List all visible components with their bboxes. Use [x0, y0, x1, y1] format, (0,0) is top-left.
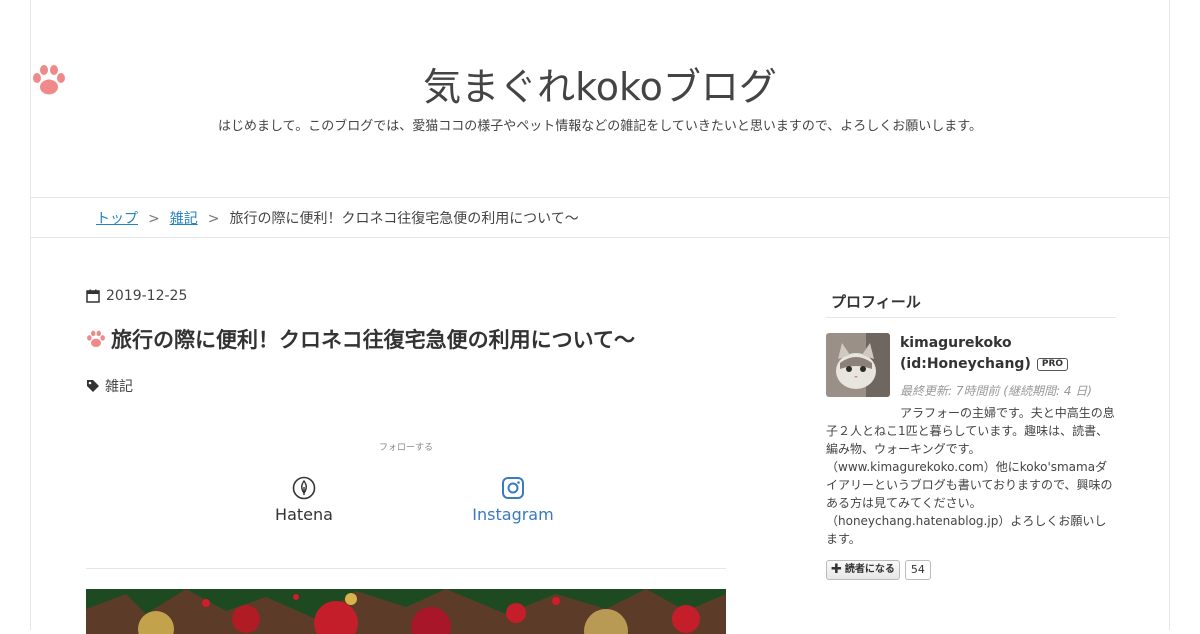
profile-bio: アラフォーの主婦です。夫と中高生の息子２人とねこ1匹と暮らしています。趣味は、読… — [826, 406, 1115, 546]
calendar-icon — [86, 289, 100, 303]
blog-description: はじめまして。このブログでは、愛猫ココの様子やペット情報などの雑記をしていきたい… — [217, 119, 982, 134]
subscriber-count[interactable]: 54 — [904, 560, 931, 580]
page-frame: 気まぐれkokoブログ はじめまして。このブログでは、愛猫ココの様子やペット情報… — [30, 0, 1170, 634]
entry-date-link[interactable]: 2019-12-25 — [106, 288, 187, 304]
avatar[interactable] — [826, 333, 890, 397]
last-updated: 最終更新: 7時間前 (継続期間: 4 日) — [900, 384, 1092, 398]
follow-hatena-button[interactable]: Hatena — [244, 476, 364, 524]
blog-header: 気まぐれkokoブログ はじめまして。このブログでは、愛猫ココの様子やペット情報… — [31, 0, 1169, 198]
pro-badge[interactable]: PRO — [1036, 358, 1069, 371]
category-link[interactable]: 雑記 — [105, 376, 133, 396]
profile-name: kimagurekoko (id:Honeychang) PRO — [900, 333, 1069, 375]
follow-instagram-button[interactable]: Instagram — [453, 476, 573, 524]
divider — [826, 317, 1116, 318]
breadcrumb-separator: > — [148, 211, 160, 227]
subscribe-block: ✚ 読者になる 54 — [826, 560, 931, 580]
entry-hero-image — [86, 589, 726, 634]
profile-name-link[interactable]: kimagurekoko — [900, 335, 1012, 351]
follow-label: フォローする — [378, 443, 433, 453]
breadcrumb-category-link[interactable]: 雑記 — [170, 211, 198, 227]
tag-icon — [87, 380, 99, 392]
entry-category-row: 雑記 — [86, 376, 133, 396]
profile-id-link[interactable]: (id:Honeychang) — [900, 356, 1031, 372]
plus-icon: ✚ — [831, 562, 842, 577]
subscribe-button[interactable]: ✚ 読者になる — [826, 560, 900, 580]
blog-title-link[interactable]: 気まぐれkokoブログ — [31, 56, 1169, 111]
instagram-icon — [502, 477, 524, 499]
entry-title: 旅行の際に便利！クロネコ往復宅急便の利用について〜 — [86, 324, 635, 354]
hatena-icon — [292, 476, 316, 500]
follow-instagram-label: Instagram — [472, 505, 554, 524]
entry-date-row: 2019-12-25 — [86, 288, 187, 304]
subscribe-label: 読者になる — [844, 564, 895, 575]
paw-icon — [87, 330, 105, 348]
breadcrumb-separator: > — [207, 211, 220, 227]
breadcrumb-top-link[interactable]: トップ — [96, 211, 138, 227]
breadcrumb-current: 旅行の際に便利！クロネコ往復宅急便の利用について〜 — [229, 211, 579, 227]
profile-module-title: プロフィール — [831, 293, 921, 311]
follow-hatena-label: Hatena — [275, 505, 333, 524]
entry-title-link[interactable]: 旅行の際に便利！クロネコ往復宅急便の利用について〜 — [111, 324, 635, 354]
divider — [86, 568, 726, 569]
breadcrumb: トップ > 雑記 > 旅行の際に便利！クロネコ往復宅急便の利用について〜 — [31, 198, 1169, 238]
